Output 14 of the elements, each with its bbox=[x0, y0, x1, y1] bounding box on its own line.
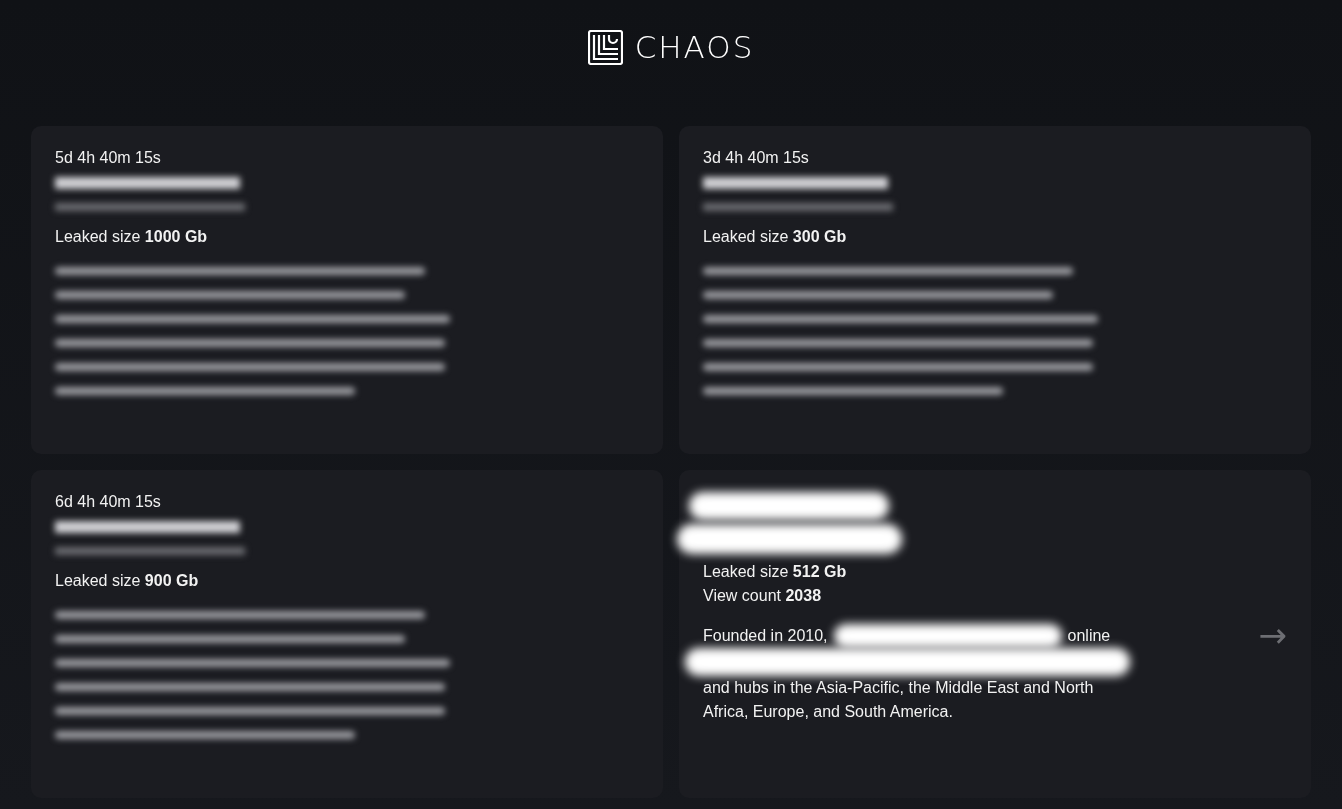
leaked-size: Leaked size 512 Gb bbox=[703, 562, 848, 582]
countdown-timer: 5d 4h 40m 15s bbox=[55, 148, 162, 168]
logo-icon bbox=[587, 29, 623, 65]
leaked-size: Leaked size 900 Gb bbox=[55, 571, 200, 591]
description-text: and hubs in the Asia-Pacific, the Middle East and North Africa, Europe, and South America. bbox=[703, 678, 1095, 722]
countdown-timer: 6d 4h 40m 15s bbox=[55, 492, 162, 512]
view-count: View count 2038 bbox=[703, 586, 823, 606]
leaked-size: Leaked size 1000 Gb bbox=[55, 227, 209, 247]
next-arrow-button[interactable]: → bbox=[1258, 618, 1287, 652]
countdown-timer: 3d 4h 40m 15s bbox=[703, 148, 810, 168]
logo-text: CHAOS bbox=[634, 29, 755, 65]
description-fragment: online bbox=[1067, 626, 1111, 646]
description-fragment: Founded in 2010, bbox=[703, 626, 828, 646]
leaked-size: Leaked size 300 Gb bbox=[703, 227, 848, 247]
